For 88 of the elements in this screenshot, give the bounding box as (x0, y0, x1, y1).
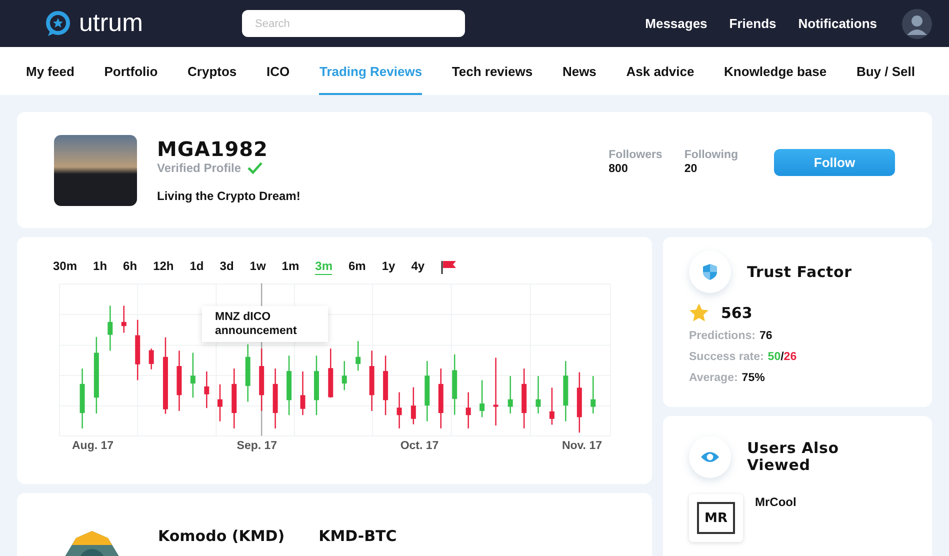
card-title: Users Also Viewed (747, 440, 840, 474)
user-name[interactable]: MrCool (755, 495, 796, 542)
time-range-tab[interactable]: 12h (153, 259, 174, 275)
nav-tab[interactable]: Cryptos (188, 47, 237, 95)
axis-label: Sep. 17 (236, 440, 278, 452)
candlestick (410, 387, 416, 424)
nav-tab[interactable]: Buy / Sell (856, 47, 915, 95)
candlestick (135, 320, 140, 380)
header-link[interactable]: Friends (729, 16, 776, 31)
candlestick (204, 371, 210, 408)
avatar-icon[interactable] (902, 8, 932, 38)
profile-bio: Living the Crypto Dream! (157, 189, 300, 203)
flag-icon[interactable] (440, 260, 457, 274)
time-range-tab[interactable]: 1m (282, 259, 300, 275)
stat-label: Followers (608, 149, 662, 161)
chart-tooltip: MNZ dICO announcement (202, 306, 328, 342)
candlestick (480, 380, 485, 418)
nav-tab[interactable]: Ask advice (626, 47, 694, 95)
header-link[interactable]: Messages (645, 16, 708, 31)
star-icon (689, 303, 709, 322)
candlestick (314, 356, 319, 416)
candlestick (424, 361, 430, 422)
candlestick (328, 348, 334, 398)
stat-label: Following (684, 149, 738, 161)
time-range-tab[interactable]: 1w (250, 259, 266, 275)
coin-name: Komodo (KMD) (158, 527, 285, 545)
stat-value: 800 (608, 163, 629, 175)
candlestick (190, 352, 196, 398)
axis-label: Aug. 17 (72, 440, 114, 452)
candlestick (590, 376, 596, 414)
axis-label: Oct. 17 (400, 440, 439, 452)
time-range-tab[interactable]: 4y (411, 259, 425, 275)
candlestick (176, 350, 182, 411)
verified-label: Verified Profile (157, 161, 242, 175)
nav-tab[interactable]: My feed (26, 47, 74, 95)
candlestick (217, 384, 222, 422)
candlestick (383, 356, 388, 416)
time-range-tab[interactable]: 6h (123, 259, 138, 275)
candlestick (232, 368, 237, 428)
nav-tab[interactable]: Knowledge base (724, 47, 827, 95)
candlestick (396, 392, 402, 428)
candlestick (438, 368, 444, 428)
candlestick (121, 306, 126, 333)
candlestick (493, 358, 498, 426)
user-logo[interactable]: MR (689, 494, 743, 542)
trust-stat: Success rate: 50/26 (689, 350, 798, 365)
candlestick (549, 388, 554, 425)
candlestick (369, 350, 374, 411)
candlestick (80, 368, 85, 428)
axis-label: Nov. 17 (562, 440, 602, 452)
card-title: Trust Factor (747, 264, 853, 280)
candlestick (356, 341, 361, 371)
time-range-tab[interactable]: 1d (190, 259, 204, 275)
trust-score: 563 (721, 304, 752, 322)
candlestick (563, 361, 568, 422)
trust-stat: Average: 75% (689, 371, 766, 386)
candlestick (342, 361, 347, 390)
candlestick (108, 306, 113, 351)
candlestick (259, 348, 264, 411)
candlestick (148, 348, 154, 370)
eye-icon (689, 436, 731, 478)
candlestick (466, 392, 471, 428)
profile-name: MGA1982 (157, 137, 269, 161)
shield-icon (689, 251, 731, 293)
search-field[interactable]: Search (242, 10, 465, 37)
candlestick (245, 344, 250, 402)
candlestick (452, 354, 458, 415)
coin-pair: KMD-BTC (318, 527, 397, 545)
time-range-tab[interactable]: 30m (53, 259, 78, 275)
candlestick (522, 368, 527, 428)
time-range-tab[interactable]: 3d (220, 259, 234, 275)
candlestick (272, 368, 278, 428)
candlestick (576, 372, 582, 433)
candlestick (286, 356, 292, 416)
nav-tab[interactable]: Portfolio (104, 47, 158, 95)
header-link[interactable]: Notifications (798, 16, 877, 31)
stat-value: 20 (684, 163, 698, 175)
candlestick (508, 376, 513, 414)
time-range-tab[interactable]: 1y (382, 259, 396, 275)
nav-tab[interactable]: Tech reviews (452, 47, 533, 95)
nav-tab[interactable]: ICO (266, 47, 290, 95)
candlestick (536, 376, 541, 414)
time-range-tab[interactable]: 6m (348, 259, 366, 275)
candlestick (300, 371, 306, 416)
time-range-tab[interactable]: 1h (93, 259, 108, 275)
logo-text[interactable]: utrum (79, 9, 143, 38)
trust-stat: Predictions: 76 (689, 329, 774, 344)
nav-tab[interactable]: News (562, 47, 596, 95)
